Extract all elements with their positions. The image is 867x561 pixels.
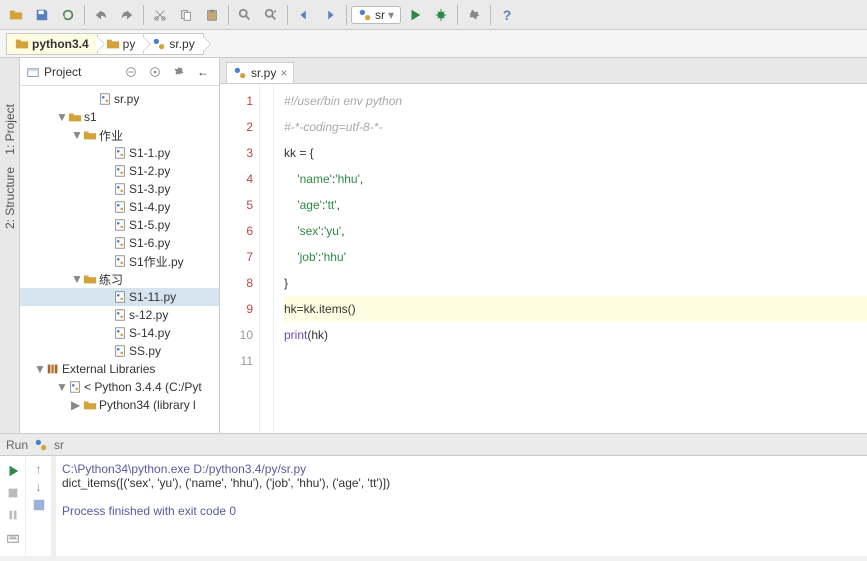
stop-button[interactable] bbox=[4, 484, 22, 502]
run-panel-body: ↑ ↓ C:\Python34\python.exe D:/python3.4/… bbox=[0, 456, 867, 556]
editor-tab-bar: sr.py × bbox=[220, 58, 867, 84]
tree-row[interactable]: S1-2.py bbox=[20, 162, 219, 180]
sidebar-tab-project[interactable]: 1: Project bbox=[1, 98, 19, 161]
tree-row[interactable]: ▼< Python 3.4.4 (C:/Pyt bbox=[20, 378, 219, 396]
rerun-button[interactable] bbox=[4, 462, 22, 480]
back-button[interactable] bbox=[292, 3, 316, 27]
separator bbox=[490, 5, 491, 25]
separator bbox=[287, 5, 288, 25]
cut-button[interactable] bbox=[148, 3, 172, 27]
pause-button[interactable] bbox=[4, 506, 22, 524]
editor-body: 1234567891011 #!/user/bin env python#-*-… bbox=[220, 84, 867, 433]
tree-row[interactable]: S1-1.py bbox=[20, 144, 219, 162]
tab-label: sr.py bbox=[251, 66, 276, 80]
debug-button[interactable] bbox=[429, 3, 453, 27]
panel-title: Project bbox=[44, 65, 117, 79]
open-button[interactable] bbox=[4, 3, 28, 27]
scroll-from-source-button[interactable] bbox=[145, 62, 165, 82]
project-panel-header: Project ← bbox=[20, 58, 219, 86]
chevron-down-icon: ▾ bbox=[388, 8, 394, 22]
collapse-all-button[interactable] bbox=[121, 62, 141, 82]
refresh-button[interactable] bbox=[56, 3, 80, 27]
console-output[interactable]: C:\Python34\python.exe D:/python3.4/py/s… bbox=[52, 456, 867, 556]
tree-row[interactable]: s-12.py bbox=[20, 306, 219, 324]
gear-icon[interactable] bbox=[169, 62, 189, 82]
run-panel: Run sr ↑ ↓ C:\Python34\python.exe D:/pyt… bbox=[0, 433, 867, 556]
python-icon bbox=[358, 8, 372, 22]
sidebar-tab-structure[interactable]: 2: Structure bbox=[1, 161, 19, 235]
project-panel: Project ← sr.py▼s1▼作业S1-1.pyS1-2.pyS1-3.… bbox=[20, 58, 220, 433]
soft-wrap-button[interactable] bbox=[32, 498, 46, 515]
close-panel-button[interactable] bbox=[4, 528, 22, 546]
save-button[interactable] bbox=[30, 3, 54, 27]
separator bbox=[228, 5, 229, 25]
side-tab-strip: 1: Project 2: Structure bbox=[0, 58, 20, 433]
main-toolbar: sr ▾ ? bbox=[0, 0, 867, 30]
tree-row[interactable]: S1-5.py bbox=[20, 216, 219, 234]
tree-row[interactable]: S-14.py bbox=[20, 324, 219, 342]
fold-margin bbox=[260, 84, 274, 433]
close-icon[interactable]: × bbox=[280, 66, 287, 80]
tree-row[interactable]: ▼练习 bbox=[20, 270, 219, 288]
copy-button[interactable] bbox=[174, 3, 198, 27]
editor-tab[interactable]: sr.py × bbox=[226, 62, 294, 83]
separator bbox=[346, 5, 347, 25]
code-area[interactable]: #!/user/bin env python#-*-coding=utf-8-*… bbox=[274, 84, 867, 433]
separator bbox=[84, 5, 85, 25]
tree-row[interactable]: S1-6.py bbox=[20, 234, 219, 252]
tree-row[interactable]: S1-3.py bbox=[20, 180, 219, 198]
run-toolbar-left bbox=[0, 456, 26, 556]
hide-button[interactable]: ← bbox=[193, 62, 213, 82]
help-button[interactable]: ? bbox=[495, 3, 519, 27]
python-icon bbox=[233, 66, 247, 80]
redo-button[interactable] bbox=[115, 3, 139, 27]
run-config-name: sr bbox=[54, 438, 64, 452]
project-tree[interactable]: sr.py▼s1▼作业S1-1.pyS1-2.pyS1-3.pyS1-4.pyS… bbox=[20, 86, 219, 433]
breadcrumb-bar: python3.4 py sr.py bbox=[0, 30, 867, 58]
breadcrumb-item[interactable]: sr.py bbox=[143, 33, 203, 55]
replace-button[interactable] bbox=[259, 3, 283, 27]
tree-row[interactable]: ▼External Libraries bbox=[20, 360, 219, 378]
tree-row[interactable]: ▶Python34 (library l bbox=[20, 396, 219, 414]
main-area: 1: Project 2: Structure Project ← sr.py▼… bbox=[0, 58, 867, 433]
editor-area: sr.py × 1234567891011 #!/user/bin env py… bbox=[220, 58, 867, 433]
project-icon bbox=[26, 65, 40, 79]
run-toolbar-left2: ↑ ↓ bbox=[26, 456, 52, 556]
run-config-label: sr bbox=[375, 8, 385, 22]
down-button[interactable]: ↓ bbox=[36, 480, 42, 494]
tree-row[interactable]: S1-4.py bbox=[20, 198, 219, 216]
run-button[interactable] bbox=[403, 3, 427, 27]
tree-row[interactable]: ▼s1 bbox=[20, 108, 219, 126]
separator bbox=[457, 5, 458, 25]
undo-button[interactable] bbox=[89, 3, 113, 27]
tree-row[interactable]: sr.py bbox=[20, 90, 219, 108]
run-panel-title: Run bbox=[6, 438, 28, 452]
python-icon bbox=[34, 438, 48, 452]
breadcrumb-item[interactable]: python3.4 bbox=[6, 33, 98, 55]
find-button[interactable] bbox=[233, 3, 257, 27]
settings-button[interactable] bbox=[462, 3, 486, 27]
run-panel-header: Run sr bbox=[0, 434, 867, 456]
line-gutter: 1234567891011 bbox=[220, 84, 260, 433]
tree-row[interactable]: S1作业.py bbox=[20, 252, 219, 270]
tree-row[interactable]: ▼作业 bbox=[20, 126, 219, 144]
forward-button[interactable] bbox=[318, 3, 342, 27]
up-button[interactable]: ↑ bbox=[36, 462, 42, 476]
paste-button[interactable] bbox=[200, 3, 224, 27]
tree-row[interactable]: SS.py bbox=[20, 342, 219, 360]
run-config-selector[interactable]: sr ▾ bbox=[351, 6, 401, 24]
separator bbox=[143, 5, 144, 25]
tree-row[interactable]: S1-11.py bbox=[20, 288, 219, 306]
